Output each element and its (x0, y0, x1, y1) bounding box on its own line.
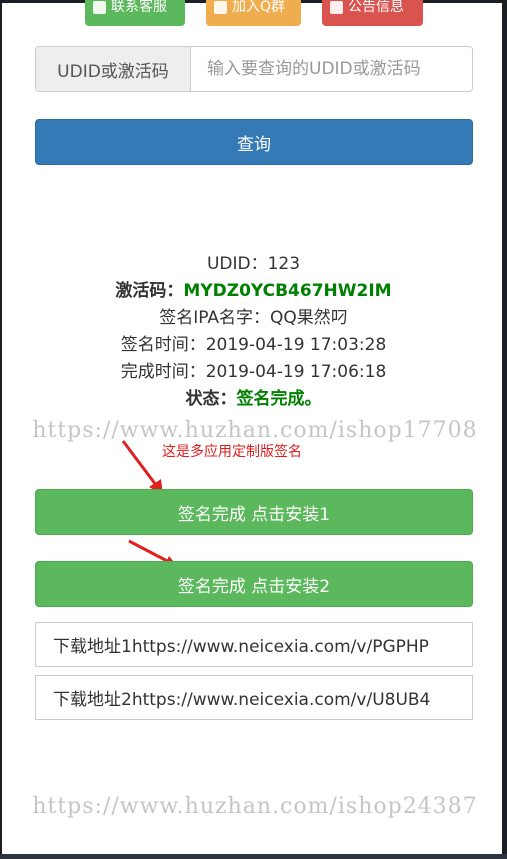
annotation-note: 这是多应用定制版签名 (162, 444, 302, 460)
search-input-group: UDID或激活码 (35, 46, 473, 92)
activation-code-label: 激活码： (115, 281, 184, 301)
sign-time-label: 签名时间： (120, 335, 206, 355)
sign-time-row: 签名时间：2019-04-19 17:03:28 (0, 330, 507, 355)
window-frame-bottom (0, 854, 507, 859)
udid-row: UDID：123 (0, 249, 507, 274)
udid-search-input[interactable] (191, 47, 472, 91)
window-frame-left (0, 0, 2, 859)
user-icon (93, 0, 106, 14)
download-link-1[interactable]: 下载地址1https://www.neicexia.com/v/PGPHP (35, 622, 473, 667)
join-qq-group-button[interactable]: 加入Q群 (206, 0, 301, 26)
announcement-label: 公告信息 (348, 0, 404, 15)
watermark-text: https://www.huzhan.com/ishop24387 (32, 794, 478, 819)
edit-icon (330, 0, 343, 14)
join-qq-group-label: 加入Q群 (232, 0, 286, 15)
contact-support-label: 联系客服 (111, 0, 167, 15)
announcement-button[interactable]: 公告信息 (322, 0, 423, 26)
activation-code-value: MYDZ0YCB467HW2IM (183, 281, 392, 301)
status-label: 状态： (185, 389, 237, 409)
ipa-name-row: 签名IPA名字：QQ果然叼 (0, 303, 507, 328)
sign-time-value: 2019-04-19 17:03:28 (205, 335, 387, 355)
udid-label: UDID： (206, 254, 268, 274)
watermark-text: https://www.huzhan.com/ishop17708 (32, 418, 478, 443)
ipa-name-label: 签名IPA名字： (159, 308, 271, 328)
finish-time-value: 2019-04-19 17:06:18 (205, 362, 387, 382)
udid-value: 123 (267, 254, 301, 274)
ipa-name-value: QQ果然叼 (270, 308, 348, 328)
status-row: 状态：签名完成。 (0, 384, 507, 409)
window-frame-right (502, 0, 507, 859)
search-addon-label: UDID或激活码 (36, 47, 191, 91)
query-button[interactable]: 查询 (35, 119, 473, 165)
activation-code-row: 激活码：MYDZ0YCB467HW2IM (0, 276, 507, 301)
finish-time-label: 完成时间： (120, 362, 206, 382)
contact-support-button[interactable]: 联系客服 (85, 0, 185, 26)
install-button-1[interactable]: 签名完成 点击安装1 (35, 489, 473, 535)
finish-time-row: 完成时间：2019-04-19 17:06:18 (0, 357, 507, 382)
heart-icon (214, 0, 227, 14)
status-value: 签名完成。 (236, 389, 322, 409)
download-link-2[interactable]: 下载地址2https://www.neicexia.com/v/U8UB4 (35, 675, 473, 720)
install-button-2[interactable]: 签名完成 点击安装2 (35, 561, 473, 607)
